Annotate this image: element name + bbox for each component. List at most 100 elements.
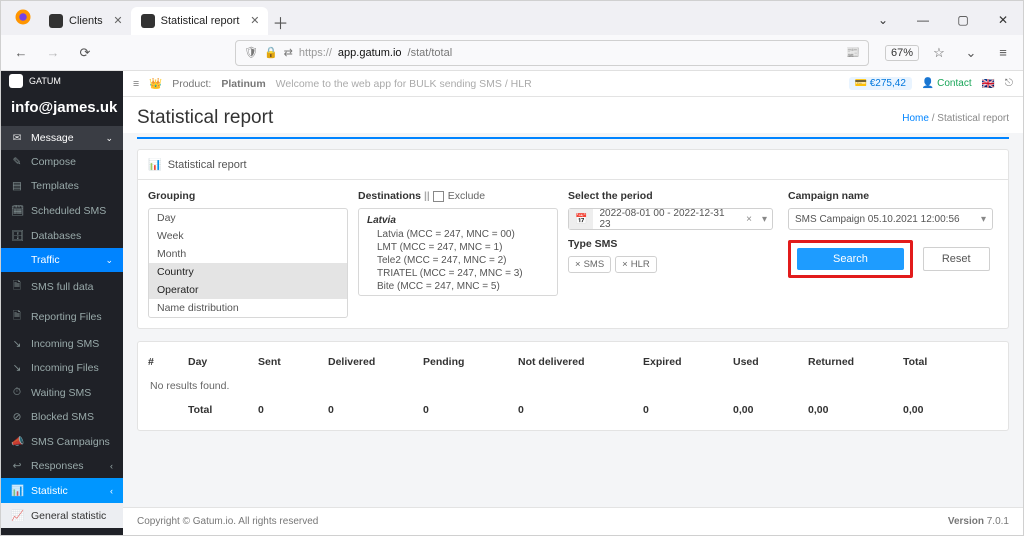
url-input[interactable]: 🛡 🔒 ⇄ https://app.gatum.io/stat/total 📰 — [235, 40, 869, 66]
sidebar-item-label: Scheduled SMS — [31, 205, 106, 217]
remove-icon[interactable]: × — [622, 259, 628, 270]
grouping-listbox[interactable]: DayWeekMonthCountryOperatorName distribu… — [148, 208, 348, 318]
remove-icon[interactable]: × — [575, 259, 581, 270]
table-col: Used — [733, 356, 808, 368]
destination-option[interactable]: Tele2 (MCC = 247, MNC = 2) — [367, 254, 549, 267]
breadcrumb-home[interactable]: Home — [902, 113, 929, 124]
exclude-label: Exclude — [448, 190, 485, 202]
minimize-button[interactable]: ― — [903, 5, 943, 35]
grouping-option[interactable]: Month — [149, 245, 347, 263]
sidebar-item-statistic[interactable]: 📊Statistic‹ — [1, 478, 123, 503]
reset-button[interactable]: Reset — [923, 247, 990, 271]
zoom-level[interactable]: 67% — [885, 45, 919, 61]
menu-icon: 🗄 — [11, 229, 23, 242]
grouping-option[interactable]: Name distribution — [149, 299, 347, 317]
browser-tab-report[interactable]: Statistical report ✕ — [131, 7, 268, 35]
toggle-icon: ⇄ — [284, 46, 293, 59]
sidebar-item-label: Reporting Files — [31, 311, 102, 323]
table-col: Not delivered — [518, 356, 643, 368]
bookmark-icon[interactable]: ☆ — [927, 41, 951, 65]
sidebar-item-traffic[interactable]: Traffic⌄ — [1, 248, 123, 272]
destination-option[interactable]: LMT (MCC = 247, MNC = 1) — [367, 241, 549, 254]
sidebar-item-label: General statistic — [31, 510, 106, 522]
logout-icon[interactable]: ⎋ — [1005, 77, 1013, 90]
period-input[interactable]: 📅 2022-08-01 00 - 2022-12-31 23 × ▾ — [568, 208, 773, 230]
chevron-down-icon[interactable]: ⌄ — [863, 5, 903, 35]
clear-icon[interactable]: × — [741, 214, 757, 225]
sidebar-item-label: SMS Campaigns — [31, 436, 110, 448]
sidebar-item-sms-full-data[interactable]: 🗎SMS full data — [1, 272, 123, 302]
brand: GATUM — [1, 71, 123, 91]
new-tab-button[interactable]: ＋ — [268, 9, 294, 35]
table-empty: No results found. — [138, 374, 1008, 398]
grouping-option[interactable]: Day — [149, 209, 347, 227]
page-title: Statistical report — [137, 107, 273, 129]
back-button[interactable]: ← — [9, 41, 33, 65]
table-totals: Total000000,000,000,00 — [138, 398, 1008, 422]
chevron-down-icon[interactable]: ▾ — [757, 214, 772, 225]
contact-link[interactable]: 👤 Contact — [922, 78, 972, 89]
sidebar-item-responses[interactable]: ↩Responses‹ — [1, 454, 123, 478]
pocket-icon[interactable]: ⌄ — [959, 41, 983, 65]
grouping-option[interactable]: Operator — [149, 281, 347, 299]
reload-button[interactable]: ⟳ — [73, 41, 97, 65]
sidebar-item-incoming-sms[interactable]: ↘Incoming SMS — [1, 332, 123, 356]
sidebar-item-general-statistic[interactable]: 📈 General statistic — [1, 503, 123, 528]
reader-icon[interactable]: 📰 — [846, 46, 860, 59]
destination-option[interactable]: Latvia (MCC = 247, MNC = 00) — [367, 228, 549, 241]
sidebar-item-blocked-sms[interactable]: ⊘Blocked SMS — [1, 405, 123, 429]
sidebar-item-label: Traffic — [31, 254, 60, 266]
campaign-value: SMS Campaign 05.10.2021 12:00:56 — [795, 214, 960, 225]
close-icon[interactable]: ✕ — [113, 14, 122, 27]
table-col: Pending — [423, 356, 518, 368]
browser-tab-clients[interactable]: Clients ✕ — [39, 7, 131, 35]
table-cell: 0,00 — [903, 404, 978, 416]
chevron-icon: ⌄ — [105, 133, 113, 144]
close-button[interactable]: ✕ — [983, 5, 1023, 35]
type-tag[interactable]: ×SMS — [568, 256, 611, 273]
filters-panel: 📊Statistical report Grouping DayWeekMont… — [137, 149, 1009, 329]
menu-icon: 📈 — [11, 509, 23, 522]
type-tag[interactable]: ×HLR — [615, 256, 657, 273]
campaign-select[interactable]: SMS Campaign 05.10.2021 12:00:56 ▾ — [788, 208, 993, 230]
menu-icon: ✉ — [11, 132, 23, 144]
search-button[interactable]: Search — [797, 248, 904, 270]
destination-option[interactable]: Bite (MCC = 247, MNC = 5) — [367, 280, 549, 293]
table-col: # — [148, 356, 188, 368]
grouping-option[interactable]: Week — [149, 227, 347, 245]
type-label: Type SMS — [568, 238, 778, 250]
sidebar-item-scheduled-sms[interactable]: 🗓Scheduled SMS — [1, 198, 123, 223]
sidebar-item-api[interactable]: API — [1, 528, 123, 535]
table-col: Delivered — [328, 356, 423, 368]
table-cell — [148, 404, 188, 416]
sidebar-item-label: Incoming Files — [31, 362, 99, 374]
shield-icon: 🛡 — [244, 46, 258, 59]
forward-button[interactable]: → — [41, 41, 65, 65]
product-name: Platinum — [221, 78, 265, 90]
sidebar: GATUM info@james.uk ✉Message⌄✎Compose▤Te… — [1, 71, 123, 535]
hamburger-icon[interactable]: ≡ — [133, 78, 139, 90]
destination-option[interactable]: TRIATEL (MCC = 247, MNC = 3) — [367, 267, 549, 280]
sidebar-item-compose[interactable]: ✎Compose — [1, 150, 123, 174]
table-cell: 0 — [643, 404, 733, 416]
exclude-checkbox[interactable] — [433, 191, 444, 202]
search-highlight: Search — [788, 240, 913, 278]
sidebar-item-waiting-sms[interactable]: ⏱Waiting SMS — [1, 380, 123, 405]
table-col: Expired — [643, 356, 733, 368]
destinations-listbox[interactable]: Latvia Latvia (MCC = 247, MNC = 00)LMT (… — [358, 208, 558, 296]
flag-icon[interactable]: 🇬🇧 — [982, 77, 995, 90]
credit-badge[interactable]: 💳 €275,42 — [849, 77, 912, 90]
results-table: #DaySentDeliveredPendingNot deliveredExp… — [137, 341, 1009, 431]
sidebar-item-databases[interactable]: 🗄Databases — [1, 223, 123, 248]
campaign-label: Campaign name — [788, 190, 998, 202]
sidebar-item-message[interactable]: ✉Message⌄ — [1, 126, 123, 150]
sidebar-item-templates[interactable]: ▤Templates — [1, 174, 123, 198]
sidebar-item-reporting-files[interactable]: 🗎Reporting Files — [1, 302, 123, 332]
menu-icon[interactable]: ≡ — [991, 41, 1015, 65]
sidebar-item-label: Blocked SMS — [31, 411, 94, 423]
maximize-button[interactable]: ▢ — [943, 5, 983, 35]
sidebar-item-incoming-files[interactable]: ↘Incoming Files — [1, 356, 123, 380]
close-icon[interactable]: ✕ — [250, 14, 259, 27]
grouping-option[interactable]: Country — [149, 263, 347, 281]
sidebar-item-sms-campaigns[interactable]: 📣SMS Campaigns — [1, 429, 123, 454]
